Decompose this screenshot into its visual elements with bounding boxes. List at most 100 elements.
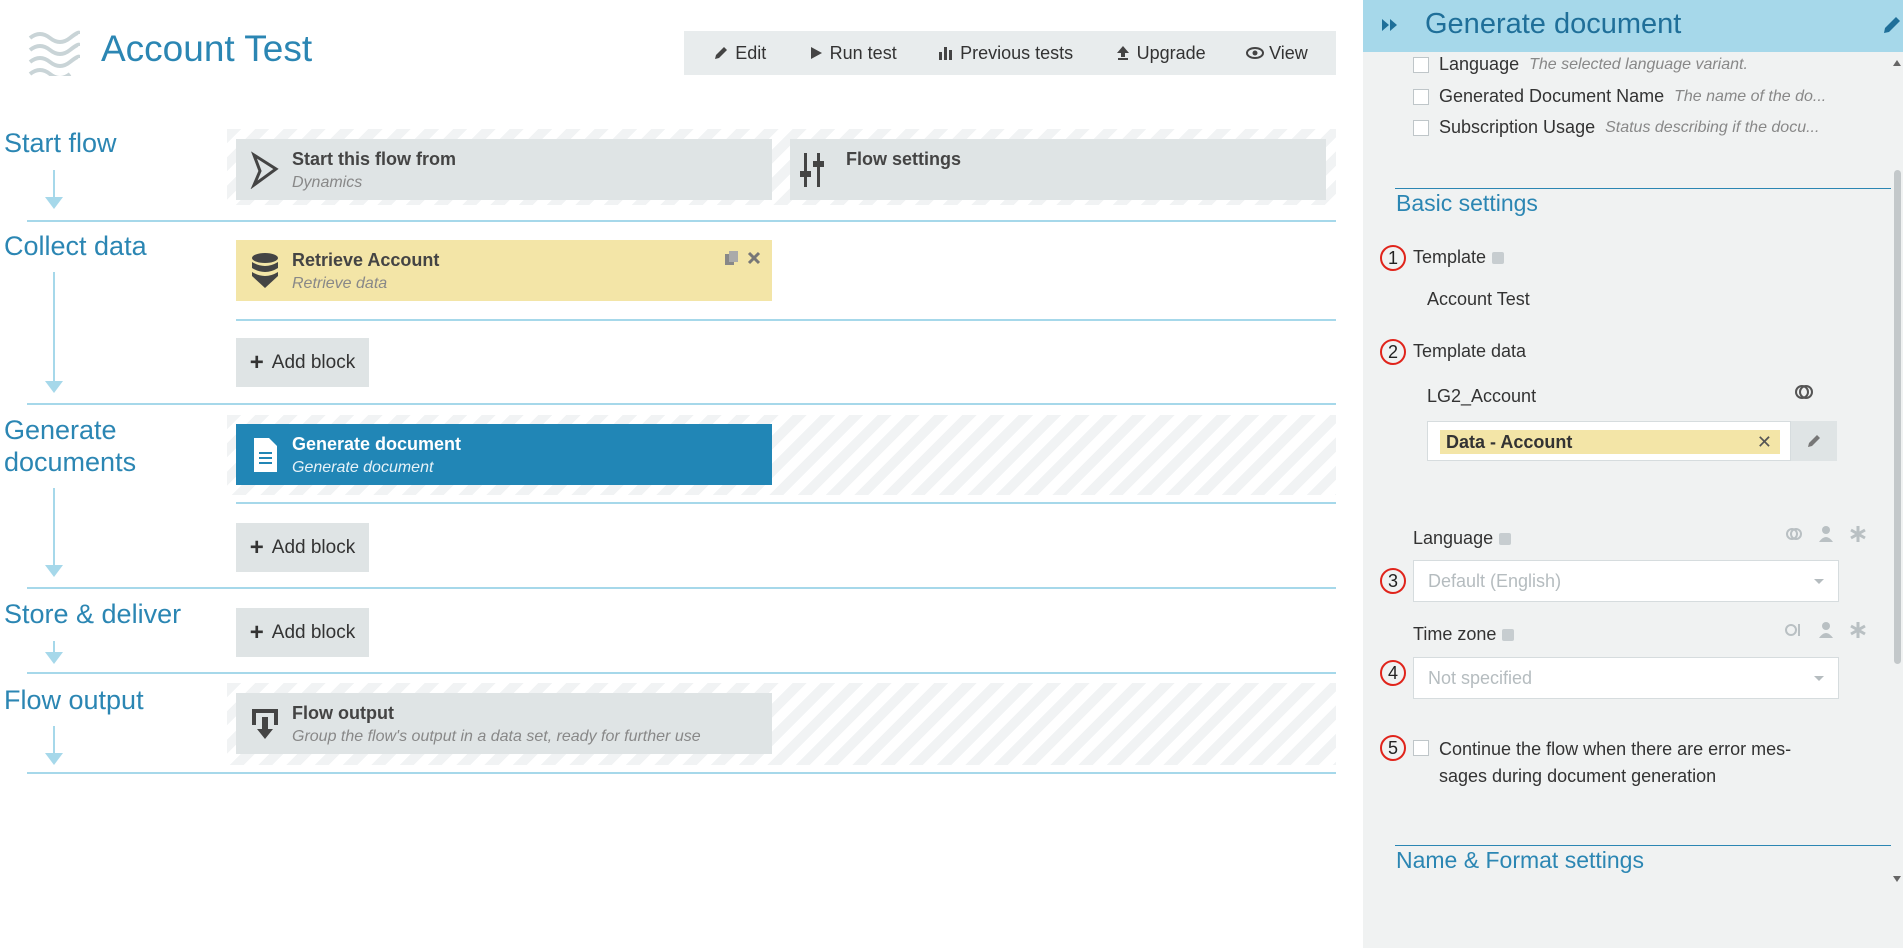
info-icon[interactable]	[1492, 251, 1505, 264]
block-title: Flow settings	[846, 149, 962, 169]
stage-divider	[27, 220, 1336, 222]
timezone-select-value: Not specified	[1428, 668, 1533, 688]
output-checkbox[interactable]	[1413, 119, 1429, 136]
database-icon	[252, 253, 278, 288]
continue-on-error-label: Continue the flow when there are error m…	[1439, 739, 1792, 786]
edit-button[interactable]: Edit	[712, 43, 766, 64]
link-text-icon[interactable]	[1784, 620, 1804, 640]
link-icon[interactable]	[1784, 524, 1804, 544]
language-select-value: Default (English)	[1428, 571, 1562, 591]
link-icon[interactable]	[1794, 382, 1814, 402]
stage-divider	[27, 403, 1336, 405]
add-block-button-collect-data[interactable]: + Add block	[236, 338, 369, 387]
timezone-label: Time zone	[1413, 624, 1515, 645]
stage-title-generate-documents: Generate documents	[4, 415, 137, 477]
inner-divider	[236, 319, 1336, 321]
asterisk-icon[interactable]	[1848, 620, 1868, 640]
section-title-basic-settings: Basic settings	[1396, 190, 1538, 216]
stage-divider	[27, 587, 1336, 589]
edit-data-button[interactable]	[1791, 421, 1837, 461]
copy-icon[interactable]	[724, 250, 740, 266]
run-test-button[interactable]: Run test	[807, 43, 897, 64]
continue-on-error-option[interactable]: Continue the flow when there are error m…	[1413, 736, 1833, 790]
template-label-text: Template	[1413, 247, 1487, 267]
output-name: Subscription Usage	[1439, 117, 1596, 137]
add-block-label: Add block	[271, 621, 356, 643]
block-retrieve-account[interactable]: Retrieve Account Retrieve data	[236, 240, 772, 301]
block-flow-settings[interactable]: Flow settings	[790, 139, 1326, 200]
app-logo-icon	[28, 30, 80, 76]
language-label-text: Language	[1413, 528, 1494, 548]
panel-scrollbar[interactable]	[1891, 52, 1903, 948]
flow-editor: Account Test Edit Run test Previous test…	[0, 0, 1363, 948]
edit-title-icon[interactable]	[1881, 14, 1903, 36]
settings-panel: Generate document Language The selected …	[1363, 0, 1903, 948]
language-field-options	[1784, 524, 1868, 544]
template-value[interactable]: Account Test	[1427, 289, 1530, 310]
edit-label: Edit	[735, 42, 767, 63]
add-block-label: Add block	[271, 536, 356, 558]
stage-arrow	[44, 170, 64, 210]
previous-tests-button[interactable]: Previous tests	[937, 43, 1073, 64]
info-icon[interactable]	[1499, 532, 1512, 545]
asterisk-icon[interactable]	[1848, 524, 1868, 544]
template-data-label: Template data	[1413, 341, 1526, 362]
scroll-down-icon[interactable]	[1893, 876, 1901, 882]
language-label: Language	[1413, 528, 1512, 549]
remove-tag-icon[interactable]: ✕	[1757, 430, 1772, 454]
timezone-select[interactable]: Not specified	[1413, 657, 1839, 699]
plus-icon: +	[249, 533, 264, 561]
block-subtitle: Group the flow's output in a data set, r…	[292, 728, 701, 745]
add-block-button-generate-documents[interactable]: + Add block	[236, 523, 369, 572]
block-title: Retrieve Account	[292, 250, 440, 270]
timezone-field-options	[1784, 620, 1868, 640]
toolbar: Edit Run test Previous tests Upgrade Vie…	[684, 31, 1336, 75]
view-button[interactable]: View	[1246, 43, 1308, 64]
output-item[interactable]: Language The selected language variant.	[1413, 54, 1843, 75]
upgrade-label: Upgrade	[1136, 42, 1206, 63]
document-icon	[254, 438, 277, 472]
panel-header: Generate document	[1363, 0, 1903, 52]
block-subtitle: Retrieve data	[292, 275, 388, 292]
info-icon[interactable]	[1502, 628, 1515, 641]
template-data-source: LG2_Account	[1427, 386, 1537, 406]
marker-2: 2	[1380, 339, 1406, 365]
user-icon[interactable]	[1816, 524, 1836, 544]
section-divider	[1395, 845, 1892, 846]
template-data-field[interactable]: Data - Account ✕	[1427, 421, 1791, 461]
block-generate-document[interactable]: Generate document Generate document	[236, 424, 772, 485]
stage-divider	[27, 672, 1336, 674]
block-title: Start this flow from	[292, 149, 457, 169]
stage-title-store-deliver: Store & deliver	[4, 599, 182, 629]
block-flow-output[interactable]: Flow output Group the flow's output in a…	[236, 693, 772, 754]
stage-title-start-flow: Start flow	[4, 128, 117, 158]
output-checkbox[interactable]	[1413, 56, 1429, 73]
marker-5: 5	[1380, 735, 1406, 761]
block-subtitle: Generate document	[292, 459, 434, 476]
upload-arrow-icon	[1116, 46, 1129, 60]
sliders-icon	[800, 153, 824, 187]
eye-icon	[1246, 47, 1265, 59]
output-item[interactable]: Generated Document Name The name of the …	[1413, 86, 1843, 107]
upgrade-button[interactable]: Upgrade	[1114, 43, 1206, 64]
scroll-up-icon[interactable]	[1893, 60, 1901, 66]
output-checkbox[interactable]	[1413, 88, 1429, 105]
continue-on-error-checkbox[interactable]	[1413, 740, 1429, 756]
collapse-panel-icon[interactable]	[1381, 17, 1399, 33]
scrollbar-thumb[interactable]	[1894, 170, 1901, 664]
output-item[interactable]: Subscription Usage Status describing if …	[1413, 117, 1843, 138]
chevron-down-icon	[1814, 676, 1824, 681]
language-select[interactable]: Default (English)	[1413, 560, 1839, 602]
add-block-button-store-deliver[interactable]: + Add block	[236, 608, 369, 657]
marker-4: 4	[1380, 660, 1406, 686]
dynamics-icon	[250, 151, 279, 189]
inner-divider	[236, 502, 1336, 504]
user-icon[interactable]	[1816, 620, 1836, 640]
stage-arrow	[44, 726, 64, 766]
output-name: Language	[1439, 54, 1520, 74]
block-start-flow-from[interactable]: Start this flow from Dynamics	[236, 139, 772, 200]
previous-tests-label: Previous tests	[960, 42, 1074, 63]
template-data-label-text: Template data	[1413, 341, 1527, 361]
close-icon[interactable]	[746, 250, 762, 266]
pencil-icon	[1808, 435, 1820, 447]
